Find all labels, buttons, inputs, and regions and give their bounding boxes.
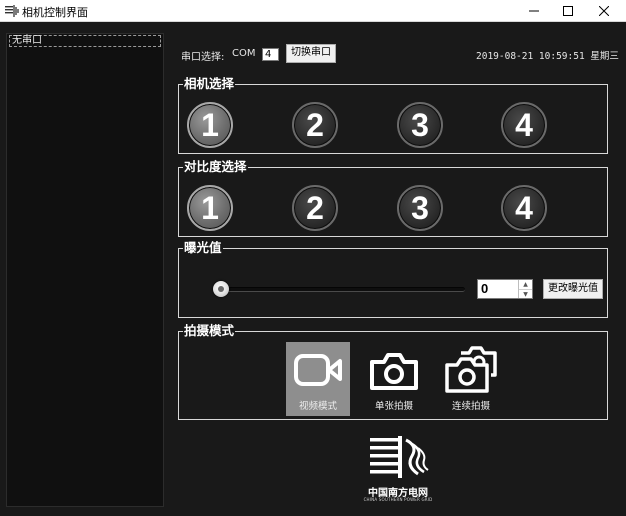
close-button[interactable] — [588, 0, 620, 21]
camera-3-button[interactable]: 3 — [397, 102, 443, 148]
list-item[interactable]: 无串口 — [9, 35, 161, 47]
video-mode-button[interactable]: 视频模式 — [286, 342, 350, 416]
close-icon — [599, 5, 609, 16]
minimize-button[interactable] — [518, 0, 550, 21]
exposure-slider-thumb[interactable] — [213, 281, 229, 297]
contrast-3-button[interactable]: 3 — [397, 185, 443, 231]
contrast-4-button[interactable]: 4 — [501, 185, 547, 231]
exposure-group: 曝光值 0 ▲ ▼ 更改曝光值 — [178, 240, 608, 318]
serial-select-label: 串口选择: — [181, 52, 225, 63]
multi-camera-icon — [445, 346, 497, 393]
camera-1-button[interactable]: 1 — [187, 102, 233, 148]
spin-up-icon[interactable]: ▲ — [519, 280, 532, 290]
main-window: 无串口 串口选择: COM 4 切换串口 2019-08-21 10:59:51… — [0, 22, 626, 516]
contrast-1-button[interactable]: 1 — [187, 185, 233, 231]
serial-port-list[interactable]: 无串口 — [6, 33, 164, 507]
maximize-button[interactable] — [552, 0, 584, 21]
com-label: COM — [232, 48, 256, 59]
apply-exposure-button[interactable]: 更改曝光值 — [543, 279, 603, 299]
contrast-select-group: 对比度选择 1 2 3 4 — [178, 159, 608, 237]
company-logo: 中国南方电网 CHINA SOUTHERN POWER GRID — [362, 434, 434, 504]
group-title: 相机选择 — [183, 76, 236, 91]
logo-name-en: CHINA SOUTHERN POWER GRID — [363, 497, 433, 502]
spin-arrows: ▲ ▼ — [518, 280, 532, 298]
spin-down-icon[interactable]: ▼ — [519, 290, 532, 299]
burst-shot-button[interactable]: 连续拍摄 — [439, 342, 503, 416]
video-camera-icon — [294, 354, 342, 386]
datetime-display: 2019-08-21 10:59:51 星期三 — [476, 51, 619, 62]
camera-icon — [370, 353, 418, 390]
mode-label: 视频模式 — [298, 401, 337, 412]
group-title: 曝光值 — [183, 240, 223, 255]
camera-2-button[interactable]: 2 — [292, 102, 338, 148]
single-shot-button[interactable]: 单张拍摄 — [362, 342, 426, 416]
power-grid-logo-icon — [370, 436, 429, 478]
mode-label: 连续拍摄 — [451, 401, 490, 412]
window-title: 相机控制界面 — [22, 6, 88, 19]
title-bar: 相机控制界面 — [0, 0, 626, 22]
group-title: 拍摄模式 — [183, 323, 236, 338]
contrast-2-button[interactable]: 2 — [292, 185, 338, 231]
capture-mode-group: 拍摄模式 视频模式 单张拍摄 连续拍摄 — [178, 323, 608, 420]
minimize-icon — [529, 10, 539, 11]
exposure-spinbox[interactable]: 0 ▲ ▼ — [477, 279, 533, 299]
exposure-value[interactable]: 0 — [481, 281, 488, 296]
exposure-slider-track[interactable] — [219, 287, 465, 292]
switch-serial-button[interactable]: 切换串口 — [286, 44, 336, 63]
app-logo-icon — [5, 5, 19, 17]
com-port-input[interactable]: 4 — [262, 48, 279, 61]
mode-label: 单张拍摄 — [374, 401, 413, 412]
group-title: 对比度选择 — [183, 159, 248, 174]
camera-4-button[interactable]: 4 — [501, 102, 547, 148]
camera-select-group: 相机选择 1 2 3 4 — [178, 76, 608, 154]
maximize-icon — [563, 5, 573, 16]
